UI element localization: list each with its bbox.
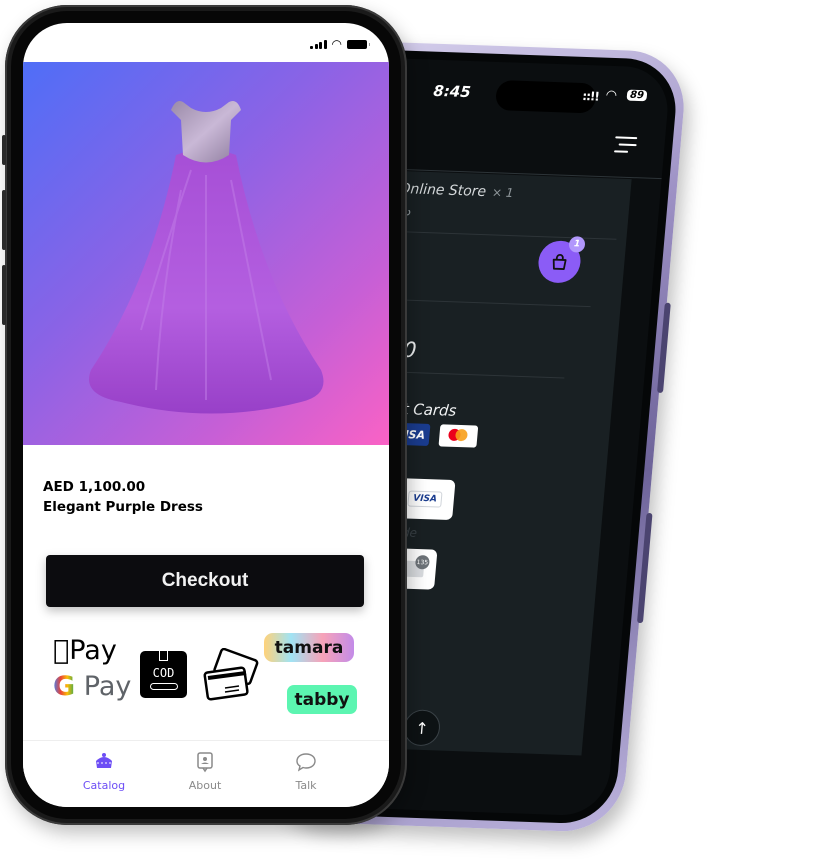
cod-tab bbox=[159, 651, 168, 661]
wifi-icon: ◠ bbox=[604, 87, 618, 104]
side-button bbox=[2, 135, 6, 165]
tab-label: Catalog bbox=[82, 779, 126, 792]
cod-icon: COD bbox=[140, 651, 187, 698]
credit-cards-icon bbox=[203, 648, 259, 701]
visa-tag: VISA bbox=[407, 490, 443, 508]
talk-icon bbox=[266, 751, 346, 775]
tab-about[interactable]: About bbox=[165, 751, 245, 792]
tabby-logo: tabby bbox=[287, 685, 357, 714]
google-pay-label: Pay bbox=[83, 671, 132, 702]
front-phone-mockup: ◠ AED 1,100.00 Elegant Purple Dress Chec… bbox=[2, 5, 407, 825]
cart-item-qty: × 1 bbox=[491, 185, 515, 201]
signal-icon bbox=[310, 39, 327, 49]
checkout-button[interactable]: Checkout bbox=[46, 555, 364, 607]
google-pay-logo: G Pay bbox=[53, 671, 131, 702]
cod-label: COD bbox=[152, 665, 175, 680]
status-bar: ◠ bbox=[310, 37, 370, 51]
apple-pay-label: Pay bbox=[53, 635, 117, 666]
battery-icon bbox=[347, 39, 370, 49]
tab-label: About bbox=[188, 779, 222, 792]
arrow-up-icon: ↑ bbox=[414, 718, 430, 738]
cod-bar bbox=[149, 682, 178, 690]
product-screen: ◠ AED 1,100.00 Elegant Purple Dress Chec… bbox=[23, 23, 389, 807]
wifi-icon: ◠ bbox=[331, 37, 342, 51]
payment-methods: Pay G Pay COD tamara tabby bbox=[23, 633, 389, 733]
dress-image bbox=[89, 101, 324, 414]
side-button bbox=[2, 190, 6, 250]
apple-pay-logo: Pay bbox=[53, 635, 117, 666]
about-icon bbox=[165, 751, 245, 775]
signal-icon: ::!! bbox=[581, 89, 600, 104]
tamara-logo: tamara bbox=[264, 633, 354, 662]
product-name: Elegant Purple Dress bbox=[43, 499, 203, 515]
tab-label: Talk bbox=[295, 779, 317, 792]
catalog-icon bbox=[64, 751, 144, 775]
battery-icon: 89 bbox=[626, 89, 648, 102]
status-time: 8:45 bbox=[432, 81, 472, 102]
shopping-bag-icon bbox=[552, 254, 567, 270]
product-price: AED 1,100.00 bbox=[43, 479, 146, 495]
tab-catalog[interactable]: Catalog bbox=[64, 751, 144, 792]
menu-icon[interactable] bbox=[613, 136, 638, 158]
bottom-tab-bar: Catalog About Talk bbox=[23, 740, 389, 807]
side-button bbox=[2, 265, 6, 325]
product-image[interactable] bbox=[23, 62, 389, 445]
apple-icon:  bbox=[53, 635, 69, 666]
mastercard-logo bbox=[438, 424, 479, 448]
tab-talk[interactable]: Talk bbox=[266, 751, 346, 792]
google-icon: G bbox=[53, 671, 76, 702]
